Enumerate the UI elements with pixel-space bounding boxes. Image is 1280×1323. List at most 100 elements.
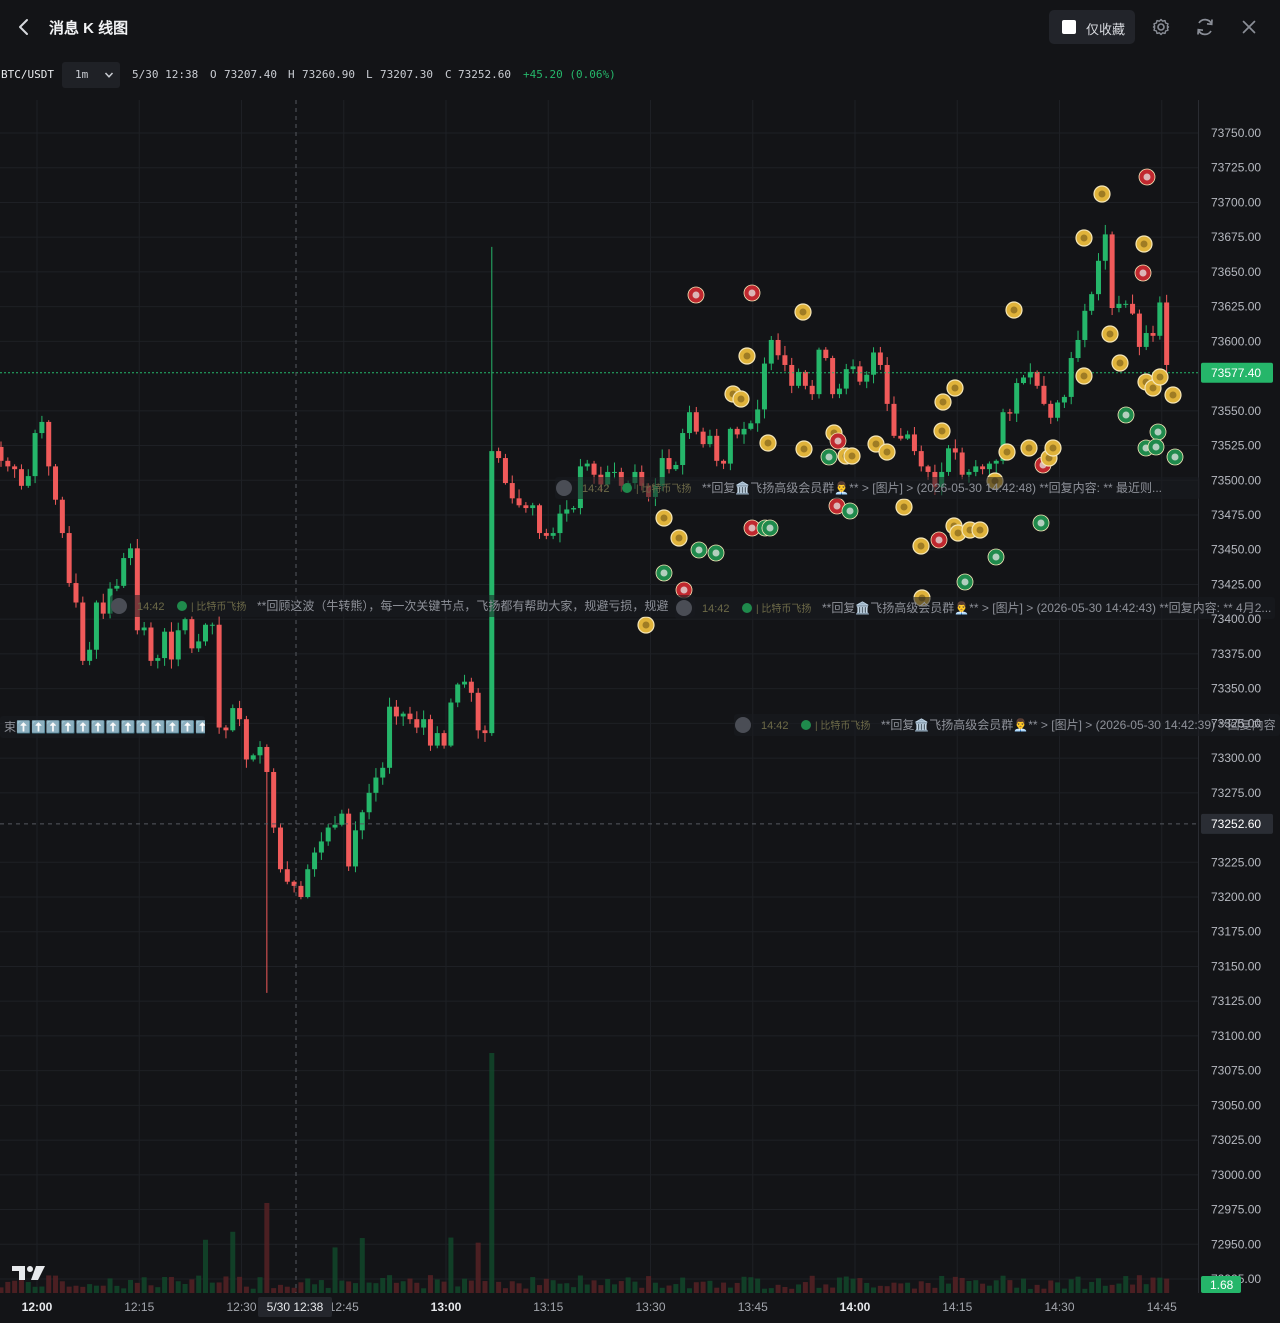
chart-grid	[0, 100, 1199, 1293]
volume-bar	[823, 1284, 829, 1293]
marker-avatar-icon	[1116, 359, 1124, 367]
close-icon[interactable]	[1237, 15, 1261, 39]
candle-body	[1068, 358, 1074, 397]
volume-bar	[843, 1276, 849, 1293]
candle-body	[898, 435, 904, 439]
volume-badge: 1.68	[1201, 1276, 1241, 1293]
volume-bar	[741, 1276, 747, 1293]
header-bar: 消息 K 线图 仅收藏	[0, 0, 1280, 54]
volume-bar	[1041, 1288, 1047, 1293]
volume-bar	[489, 1053, 495, 1293]
volume-bar	[373, 1283, 379, 1293]
candle-body	[789, 364, 795, 386]
volume-bar	[605, 1279, 611, 1293]
marker-avatar-icon	[917, 542, 925, 550]
volume-bar	[1048, 1280, 1054, 1293]
volume-bar	[659, 1287, 665, 1293]
price-tick-label: 73625.00	[1211, 300, 1261, 314]
avatar	[735, 717, 751, 733]
candle-body	[427, 719, 433, 746]
price-chart[interactable]: 14:42 | 比特币飞扬 **回复🏛️飞扬高级会员群👨‍💼** > [图片] > …	[0, 100, 1280, 1323]
candle-body	[680, 433, 686, 465]
marker-avatar-icon	[1143, 173, 1151, 181]
green-dot-icon	[622, 483, 632, 493]
candle-body	[1061, 396, 1067, 403]
candle-body	[843, 369, 849, 389]
volume-bar	[25, 1282, 31, 1293]
volume-bar	[393, 1282, 399, 1293]
volume-bar	[80, 1286, 86, 1293]
last-price-badge: 73577.40	[1201, 362, 1273, 383]
volume-bar	[312, 1284, 318, 1293]
volume-bar	[673, 1284, 679, 1293]
volume-bar	[891, 1282, 897, 1293]
candle-body	[1157, 302, 1163, 336]
volume-bar	[359, 1238, 365, 1293]
volume-bar	[462, 1278, 468, 1293]
price-tick-label: 73000.00	[1211, 1168, 1261, 1182]
candle-body	[1130, 303, 1136, 314]
candle-body	[612, 471, 617, 473]
interval-selector[interactable]: 1m	[62, 62, 120, 88]
candle-body	[748, 423, 754, 429]
volume-bar	[298, 1282, 304, 1293]
price-tick-label: 73275.00	[1211, 786, 1261, 800]
legend-low: 73207.30	[380, 68, 433, 81]
candle-body	[509, 483, 515, 499]
favorites-checkbox[interactable]	[1062, 20, 1076, 34]
candle-body	[666, 458, 672, 470]
message-row: 14:42 | 比特币飞扬 **回复🏛️飞扬高级会员群👨‍💼** > [图片] > …	[734, 714, 1280, 736]
candle-body	[584, 463, 590, 467]
volume-bar	[789, 1288, 795, 1293]
marker-avatar-icon	[1080, 372, 1088, 380]
candle-body	[332, 824, 338, 828]
volume-bar	[639, 1287, 645, 1293]
volume-bar	[959, 1277, 965, 1293]
candle-body	[39, 421, 45, 434]
favorites-only-toggle[interactable]: 仅收藏	[1049, 10, 1135, 44]
candle-body	[162, 631, 168, 659]
volume-bar	[925, 1282, 931, 1293]
price-tick-label: 73475.00	[1211, 508, 1261, 522]
marker-avatar-icon	[939, 398, 947, 406]
candle-body	[414, 719, 420, 728]
marker-avatar-icon	[1037, 519, 1045, 527]
candle-body	[891, 403, 897, 436]
volume-bar	[441, 1281, 447, 1293]
candle-body	[1014, 383, 1020, 414]
volume-bar	[830, 1287, 836, 1293]
volume-bar	[100, 1285, 106, 1293]
volume-bar	[707, 1280, 713, 1293]
candle-body	[1116, 303, 1122, 309]
refresh-icon[interactable]	[1193, 15, 1217, 39]
crosshair-price-badge: 73252.60	[1201, 813, 1273, 834]
candle-body	[393, 706, 399, 717]
legend-high-label: H	[288, 68, 295, 81]
avatar	[556, 480, 572, 496]
candle-body	[475, 692, 481, 731]
tradingview-logo[interactable]	[12, 1264, 46, 1282]
chevron-left-icon[interactable]	[12, 15, 36, 39]
volume-bar	[455, 1286, 461, 1293]
candle-body	[305, 869, 311, 897]
volume-bar	[421, 1288, 427, 1293]
volume-bar	[1150, 1277, 1156, 1293]
candle-body	[325, 827, 331, 842]
volume-bar	[387, 1275, 393, 1293]
price-tick-label: 73200.00	[1211, 890, 1261, 904]
candle-body	[298, 885, 304, 897]
volume-bar	[502, 1288, 508, 1293]
candle-body	[1095, 260, 1101, 295]
marker-avatar-icon	[833, 502, 841, 510]
price-tick-label: 73075.00	[1211, 1064, 1261, 1078]
candle-body	[93, 602, 99, 650]
volume-bar	[584, 1284, 590, 1293]
volume-bar	[243, 1286, 249, 1293]
volume-bar	[53, 1275, 59, 1293]
volume-bar	[755, 1278, 761, 1293]
candle-body	[946, 448, 952, 472]
gear-icon[interactable]	[1149, 15, 1173, 39]
volume-bar	[1075, 1276, 1081, 1293]
message-text: **回复🏛️飞扬高级会员群👨‍💼** > [图片] > (2026-05-30 …	[702, 480, 1162, 495]
volume-bar	[871, 1287, 877, 1293]
